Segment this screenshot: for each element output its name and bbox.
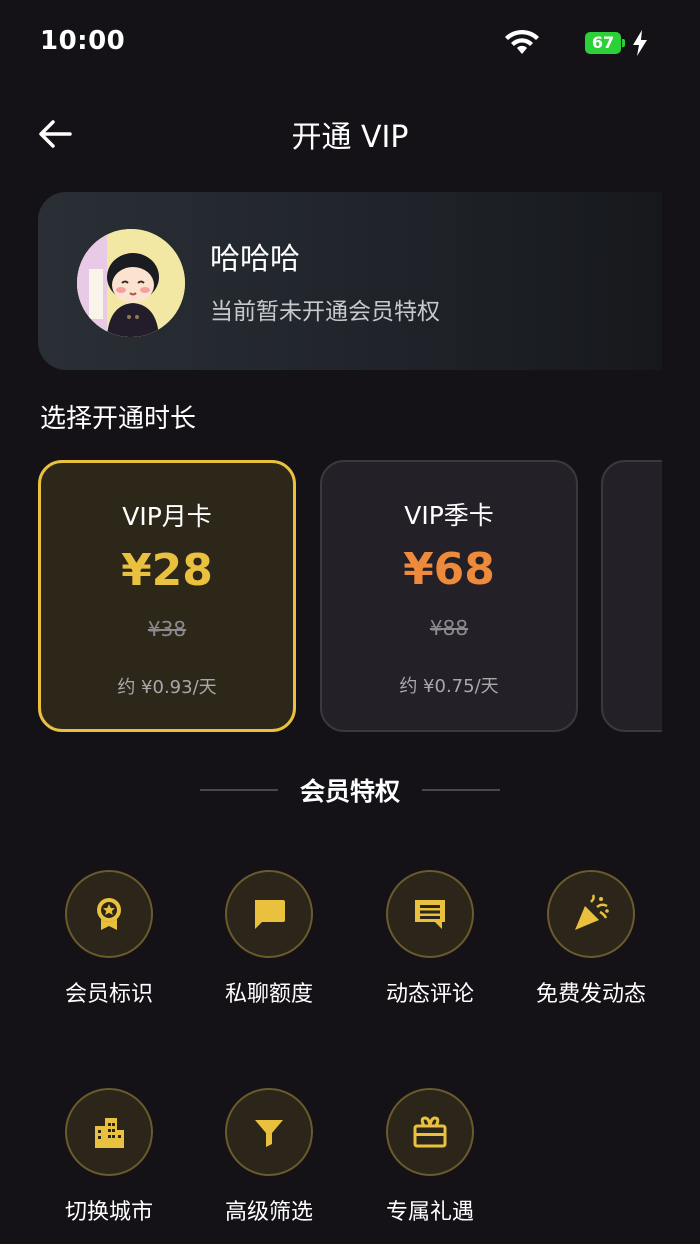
plan-original-price: ¥38: [147, 617, 187, 641]
privilege-label: 免费发动态: [535, 982, 646, 1007]
privilege-item-filter[interactable]: 高级筛选: [194, 1088, 344, 1226]
chat-bubble-icon: [255, 900, 285, 929]
plan-card-next[interactable]: [601, 460, 662, 732]
battery-indicator: 67: [585, 32, 627, 54]
plan-name: VIP月卡: [122, 502, 212, 531]
nav-bar: 开通 VIP: [0, 100, 700, 170]
plan-name: VIP季卡: [404, 501, 494, 530]
duration-section-label: 选择开通时长: [40, 404, 197, 434]
comment-icon: [415, 900, 445, 929]
privilege-label: 动态评论: [385, 982, 474, 1007]
plan-price: ¥68: [403, 544, 495, 595]
membership-status-text: 当前暂未开通会员特权: [210, 299, 440, 325]
avatar-illustration: [77, 229, 185, 337]
charging-bolt-icon: [633, 30, 647, 56]
privilege-item-free-post[interactable]: 免费发动态: [516, 870, 666, 1008]
privileges-header: 会员特权: [0, 770, 700, 810]
privilege-label: 私聊额度: [224, 982, 313, 1007]
page-title: 开通 VIP: [291, 120, 409, 155]
filter-icon: [255, 1120, 283, 1147]
privilege-item-city[interactable]: 切换城市: [34, 1088, 184, 1226]
plan-list: VIP月卡 ¥28 ¥38 约 ¥0.93/天 VIP季卡 ¥68 ¥88 约 …: [38, 460, 662, 732]
privilege-item-chat[interactable]: 私聊额度: [194, 870, 344, 1008]
divider-line-right: [422, 789, 500, 791]
party-popper-icon: [575, 894, 609, 930]
city-icon: [95, 1118, 124, 1148]
gift-icon: [413, 1116, 447, 1148]
privileges-title: 会员特权: [299, 777, 400, 806]
badge-icon: [97, 898, 121, 930]
privilege-label: 高级筛选: [224, 1200, 313, 1225]
plan-card-monthly[interactable]: VIP月卡 ¥28 ¥38 约 ¥0.93/天: [38, 460, 296, 732]
avatar[interactable]: [77, 229, 185, 337]
plan-card-quarterly[interactable]: VIP季卡 ¥68 ¥88 约 ¥0.75/天: [320, 460, 578, 732]
plan-daily-price: 约 ¥0.75/天: [399, 676, 499, 697]
username: 哈哈哈: [210, 242, 300, 277]
plan-price: ¥28: [121, 545, 213, 596]
privilege-label: 专属礼遇: [385, 1200, 474, 1225]
status-bar: 10:00 67: [0, 0, 700, 88]
privilege-label: 切换城市: [64, 1200, 153, 1225]
privilege-item-comment[interactable]: 动态评论: [355, 870, 505, 1008]
privilege-label: 会员标识: [64, 982, 153, 1007]
privilege-item-badge[interactable]: 会员标识: [34, 870, 184, 1008]
privilege-item-gift[interactable]: 专属礼遇: [355, 1088, 505, 1226]
wifi-icon: [505, 29, 539, 54]
battery-level: 67: [585, 32, 621, 54]
profile-card: 哈哈哈 当前暂未开通会员特权: [38, 192, 662, 370]
status-time: 10:00: [40, 26, 126, 56]
plan-daily-price: 约 ¥0.93/天: [117, 677, 217, 698]
plan-original-price: ¥88: [429, 616, 469, 640]
